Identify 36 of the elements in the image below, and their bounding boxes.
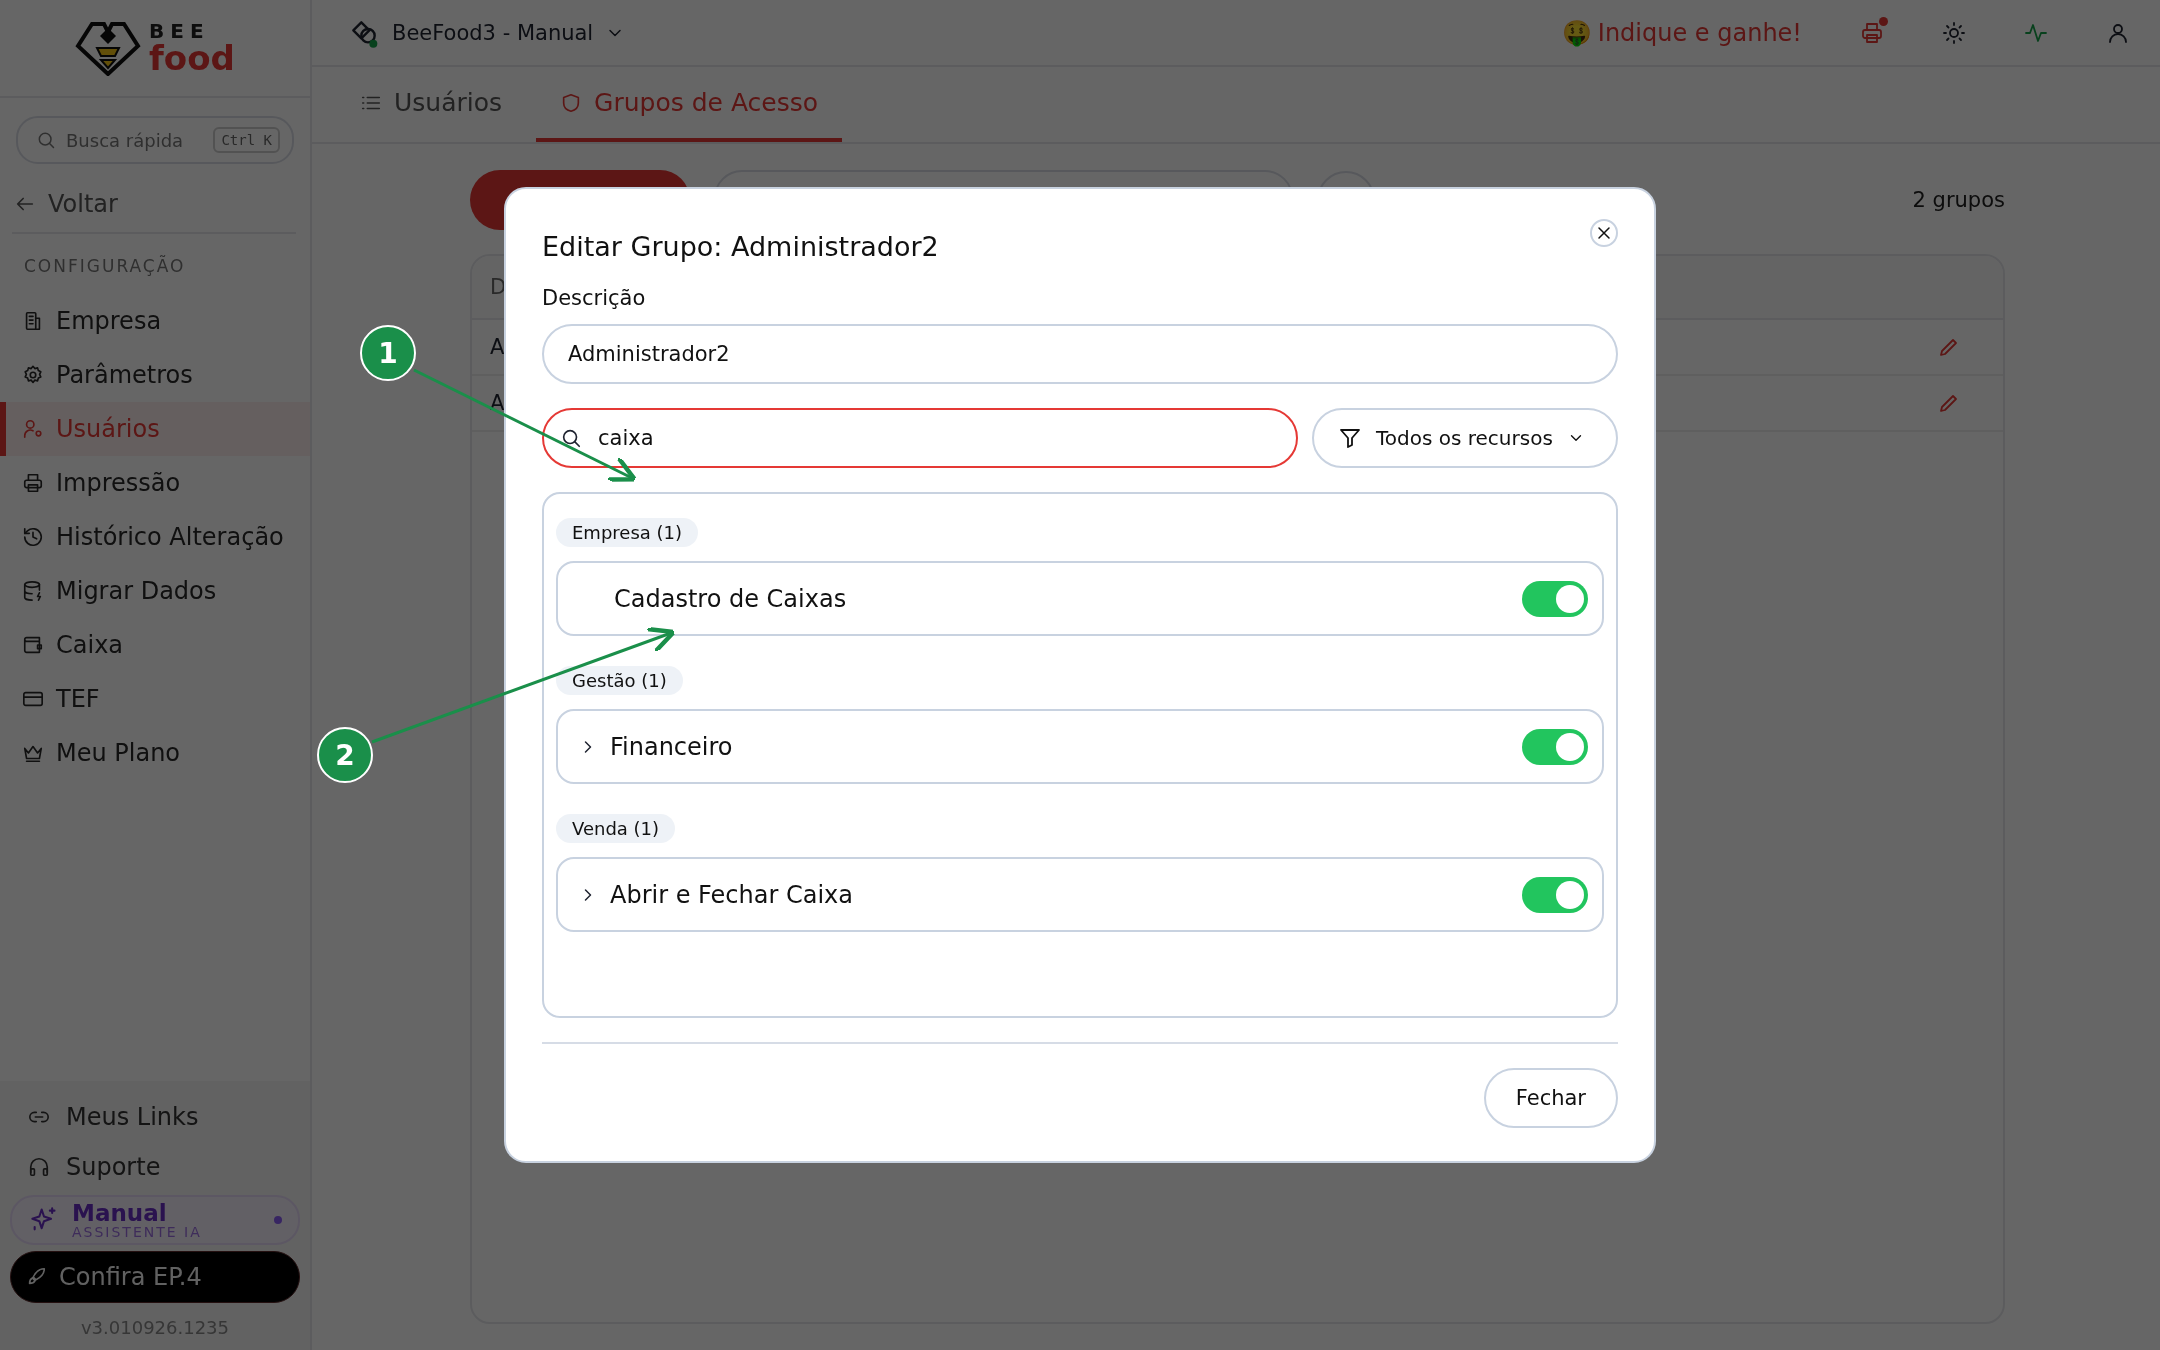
logo-text: food — [149, 41, 235, 75]
sidebar-item[interactable]: Impressão — [0, 456, 310, 510]
sidebar-item[interactable]: Parâmetros — [0, 348, 310, 402]
permission-label: Cadastro de Caixas — [614, 584, 848, 613]
footer-link[interactable]: Suporte — [10, 1145, 300, 1189]
tab[interactable]: Usuários — [336, 67, 527, 142]
group-label: Empresa (1) — [556, 518, 699, 547]
sidebar-item[interactable]: TEF — [0, 672, 310, 726]
promo-button[interactable]: Confira EP.4 — [10, 1251, 300, 1303]
field-label: Descrição — [542, 286, 647, 310]
group-label: Venda (1) — [556, 814, 676, 843]
permission-label: Abrir e Fechar Caixa — [610, 880, 854, 909]
group-label: Gestão (1) — [556, 666, 683, 695]
search-field[interactable]: caixa — [542, 408, 1298, 468]
sidebar-item[interactable]: Meu Plano — [0, 726, 310, 780]
group-count: 2 grupos — [1912, 188, 2005, 212]
permission-label: Financeiro — [610, 732, 734, 761]
sidebar-item[interactable]: Usuários — [0, 402, 310, 456]
shortcut-key: Ctrl K — [213, 127, 280, 153]
description-field[interactable]: Administrador2 — [542, 324, 1618, 384]
dialog-title: Editar Grupo: Administrador2 — [542, 231, 939, 262]
sidebar-item[interactable]: Caixa — [0, 618, 310, 672]
step-marker: 2 — [317, 727, 373, 783]
table-cell: A — [490, 335, 505, 359]
sidebar-item[interactable]: Migrar Dados — [0, 564, 310, 618]
sidebar-item[interactable]: Histórico Alteração — [0, 510, 310, 564]
sidebar-item[interactable]: Empresa — [0, 294, 310, 348]
workspace-selector[interactable]: BeeFood3 - Manual — [348, 16, 626, 49]
back-link[interactable]: Voltar — [14, 186, 310, 222]
footer-link[interactable]: Meus Links — [10, 1095, 300, 1139]
close-dialog-button[interactable]: Fechar — [1483, 1068, 1618, 1128]
referral-link[interactable]: 🤑 Indique e ganhe! — [1561, 18, 1802, 47]
logo-text: BEE — [149, 21, 211, 41]
filter-dropdown[interactable]: Todos os recursos — [1312, 408, 1618, 468]
tab[interactable]: Grupos de Acesso — [536, 67, 842, 142]
step-marker: 1 — [360, 325, 416, 381]
